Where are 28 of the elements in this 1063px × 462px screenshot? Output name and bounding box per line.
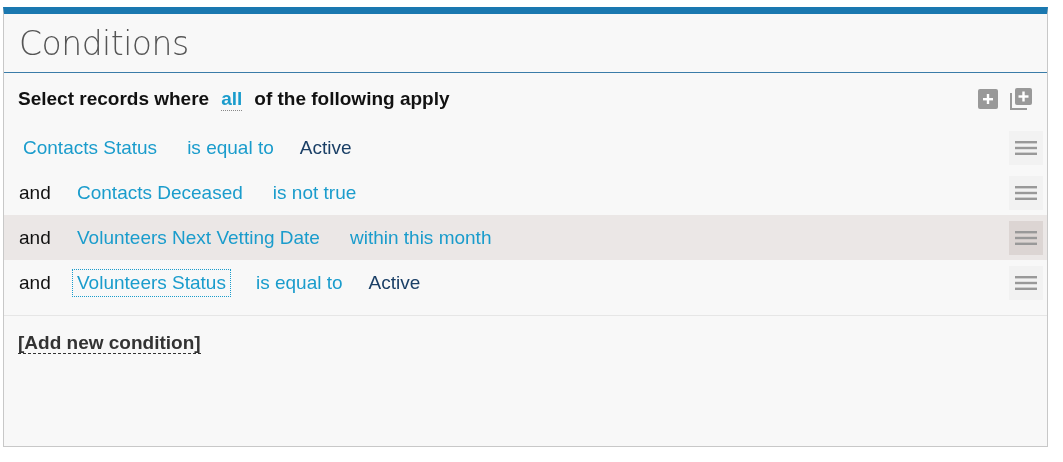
conjunction-text: and bbox=[19, 226, 52, 249]
operator-link[interactable]: is not true bbox=[268, 179, 361, 206]
field-link[interactable]: Contacts Deceased bbox=[73, 179, 247, 206]
field-link[interactable]: Contacts Status bbox=[19, 134, 162, 161]
add-condition-link[interactable]: [Add new condition] bbox=[18, 332, 201, 354]
row-menu-button[interactable] bbox=[1009, 130, 1043, 165]
menu-icon bbox=[1015, 275, 1037, 290]
field-link[interactable]: Volunteers Next Vetting Date bbox=[73, 224, 324, 251]
menu-icon bbox=[1015, 140, 1037, 155]
row-menu-button[interactable] bbox=[1009, 220, 1043, 255]
field-link[interactable]: Volunteers Status bbox=[73, 269, 230, 296]
row-menu-button[interactable] bbox=[1009, 175, 1043, 210]
operator-link[interactable]: is equal to bbox=[251, 269, 347, 296]
add-group-icon[interactable] bbox=[1009, 87, 1033, 111]
operator-link[interactable]: is equal to bbox=[183, 134, 278, 161]
add-icon[interactable] bbox=[977, 88, 999, 110]
header-text: of the following apply bbox=[254, 88, 450, 110]
value-text: Active bbox=[368, 271, 421, 294]
conjunction-text: and bbox=[19, 181, 52, 204]
menu-icon bbox=[1015, 230, 1037, 245]
panel-title: Conditions bbox=[19, 23, 189, 63]
conjunction-text: and bbox=[19, 271, 52, 294]
operator-link[interactable]: within this month bbox=[345, 224, 496, 251]
menu-icon bbox=[1015, 185, 1037, 200]
match-link[interactable]: all bbox=[221, 87, 243, 111]
header-text: Select records where bbox=[18, 88, 210, 110]
row-menu-button[interactable] bbox=[1009, 265, 1043, 300]
value-text: Active bbox=[299, 136, 352, 159]
